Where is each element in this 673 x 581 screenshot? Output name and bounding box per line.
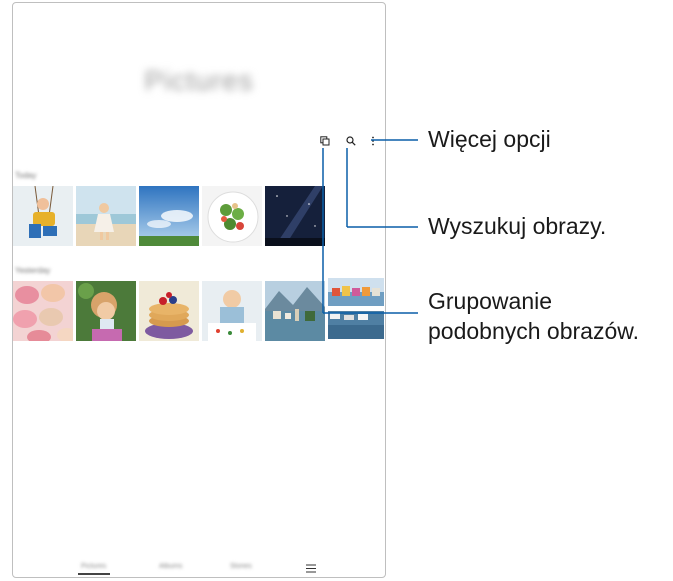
callout-search: Wyszukuj obrazy. (428, 213, 607, 239)
callout-group-similar: Grupowanie podobnych obrazów. (428, 286, 639, 346)
callout-more-options: Więcej opcji (428, 126, 551, 152)
callout-group-line2: podobnych obrazów. (428, 318, 639, 344)
callout-group-line1: Grupowanie (428, 288, 553, 314)
